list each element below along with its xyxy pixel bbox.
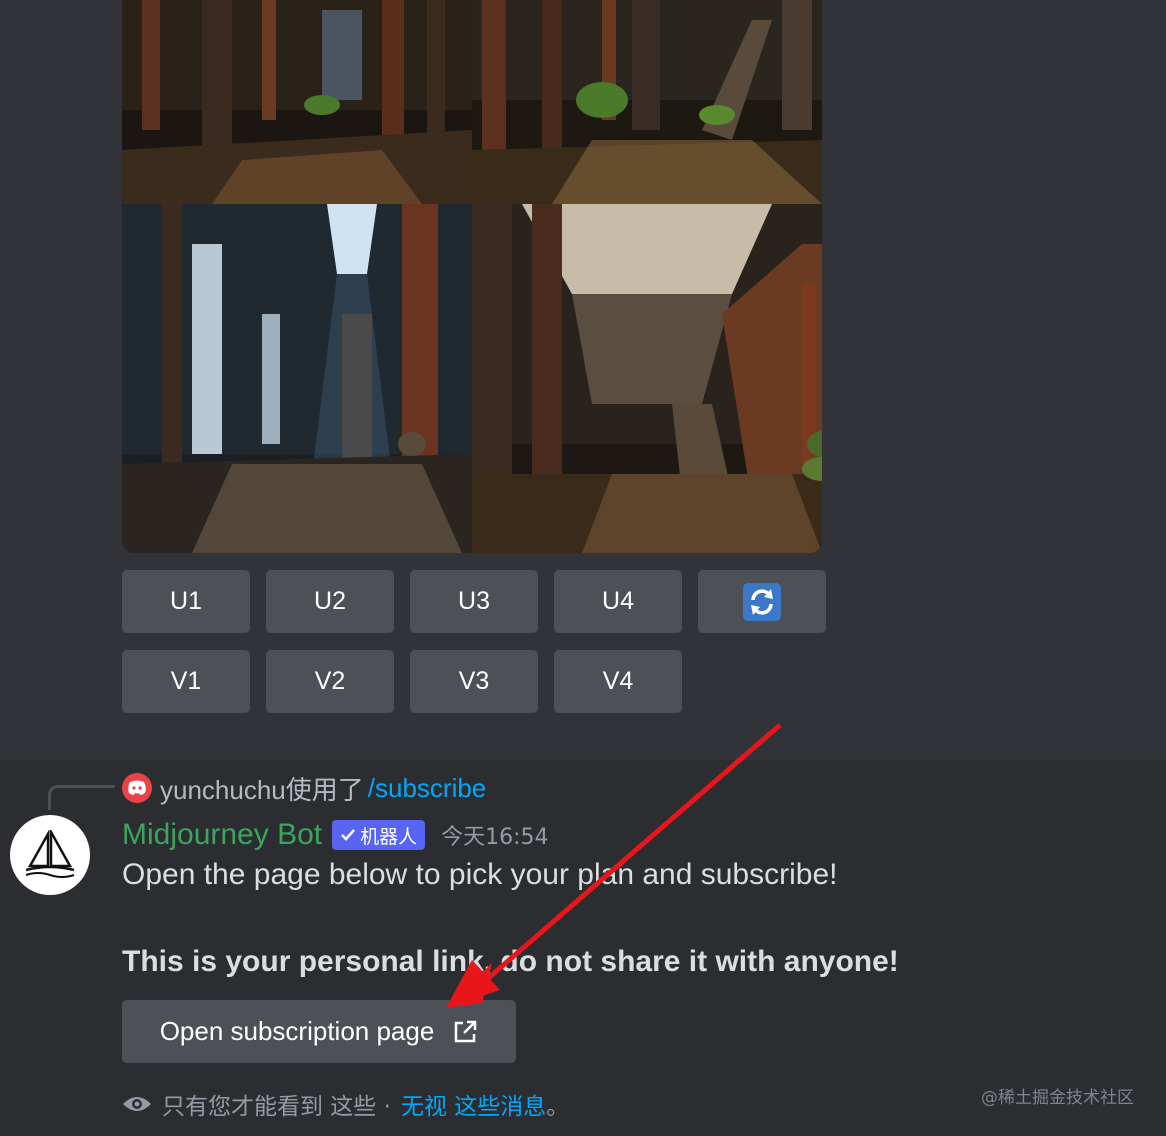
bot-badge: 机器人 bbox=[332, 820, 426, 850]
image-tile-1[interactable] bbox=[122, 0, 472, 204]
ephemeral-notice: 只有您才能看到 这些 · 无视 这些消息 。 bbox=[122, 1086, 569, 1122]
sailboat-icon bbox=[25, 830, 75, 878]
message-line-2: This is your personal link, do not share… bbox=[122, 945, 899, 978]
bot-username[interactable]: Midjourney Bot bbox=[122, 818, 322, 852]
upscale-button-row: U1 U2 U3 U4 bbox=[122, 570, 826, 633]
reply-command[interactable]: /subscribe bbox=[368, 773, 487, 804]
image-tile-2[interactable] bbox=[472, 0, 822, 204]
watermark: @稀土掘金技术社区 bbox=[981, 1088, 1134, 1108]
external-link-icon bbox=[455, 1020, 477, 1042]
reply-connector bbox=[48, 785, 115, 810]
eye-icon bbox=[123, 1097, 151, 1111]
variation-4-button[interactable]: V4 bbox=[554, 650, 682, 713]
dismiss-message-link[interactable]: 无视 这些消息 bbox=[401, 1087, 546, 1121]
variation-button-row: V1 V2 V3 V4 bbox=[122, 650, 682, 713]
reply-reference[interactable]: yunchuchu使用了 /subscribe bbox=[122, 770, 486, 806]
discord-icon bbox=[122, 773, 152, 803]
upscale-2-button[interactable]: U2 bbox=[266, 570, 394, 633]
open-subscription-label: Open subscription page bbox=[159, 1016, 435, 1046]
variation-1-button[interactable]: V1 bbox=[122, 650, 250, 713]
check-icon bbox=[341, 829, 356, 841]
open-subscription-button[interactable]: Open subscription page bbox=[122, 1000, 516, 1063]
variation-2-button[interactable]: V2 bbox=[266, 650, 394, 713]
message-timestamp: 今天16:54 bbox=[441, 825, 549, 850]
bot-avatar[interactable] bbox=[10, 815, 90, 895]
upscale-4-button[interactable]: U4 bbox=[554, 570, 682, 633]
message-header: Midjourney Bot 机器人 今天16:54 bbox=[122, 812, 549, 858]
reroll-button[interactable] bbox=[698, 570, 826, 633]
image-tile-3[interactable] bbox=[122, 204, 472, 553]
upscale-3-button[interactable]: U3 bbox=[410, 570, 538, 633]
ephemeral-end: 。 bbox=[546, 1094, 570, 1120]
upscale-1-button[interactable]: U1 bbox=[122, 570, 250, 633]
variation-3-button[interactable]: V3 bbox=[410, 650, 538, 713]
reply-username[interactable]: yunchuchu使用了 bbox=[160, 770, 364, 807]
image-tile-4[interactable] bbox=[472, 204, 822, 553]
message-line-1: Open the page below to pick your plan an… bbox=[122, 858, 838, 891]
reroll-icon bbox=[743, 582, 781, 621]
generated-image-grid[interactable] bbox=[122, 0, 822, 553]
bot-badge-label: 机器人 bbox=[360, 825, 418, 848]
ephemeral-text: 只有您才能看到 这些 · bbox=[162, 1094, 391, 1120]
